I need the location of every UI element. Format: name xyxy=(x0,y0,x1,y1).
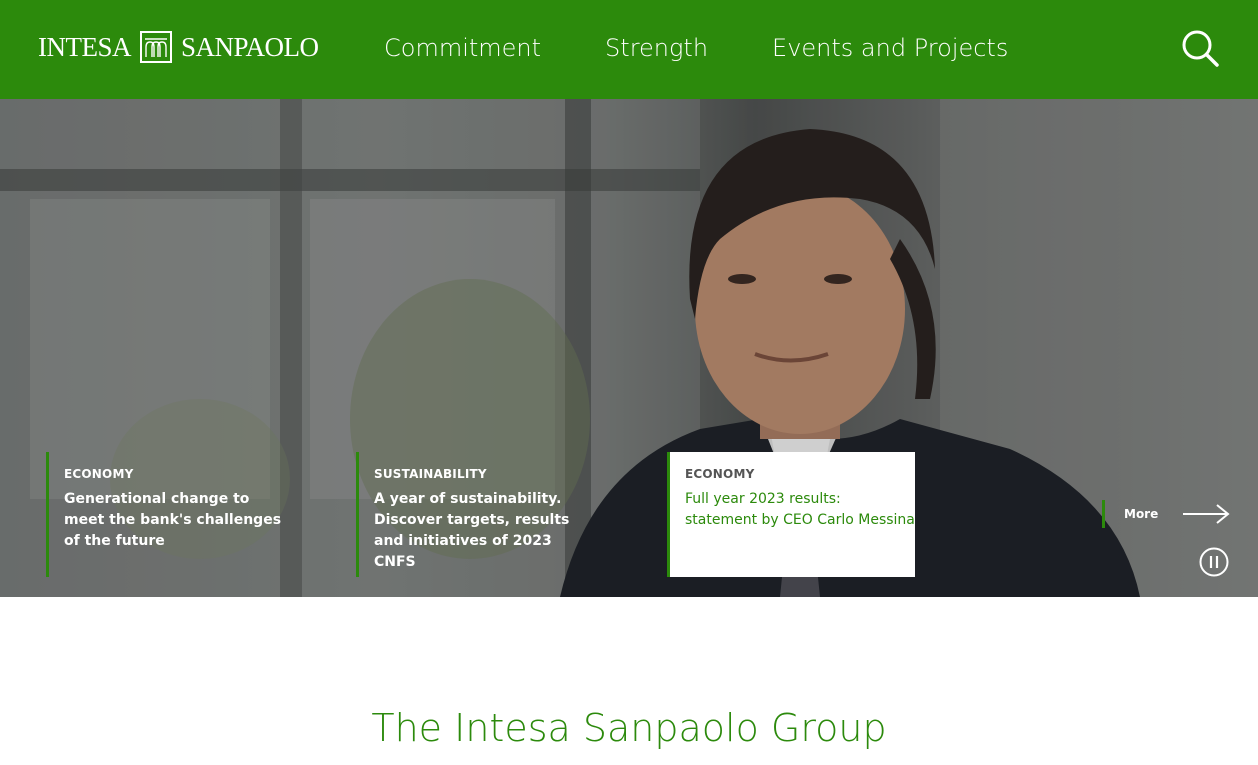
more-link[interactable]: More xyxy=(1102,500,1230,528)
slide-title: Generational change to meet the bank's c… xyxy=(64,491,282,549)
brand-logo[interactable]: INTESA SANPAOLO xyxy=(38,30,319,64)
arrow-right-icon xyxy=(1183,504,1230,524)
hero-carousel: ECONOMY Generational change to meet the … xyxy=(0,99,1258,597)
slide-card-3-active[interactable]: ECONOMY Full year 2023 results: statemen… xyxy=(667,452,915,577)
slide-category: SUSTAINABILITY xyxy=(374,467,487,481)
search-icon[interactable] xyxy=(1180,28,1220,68)
logo-text-right: SANPAOLO xyxy=(181,31,319,62)
main-nav: Commitment Strength Events and Projects xyxy=(384,32,1008,64)
slide-title: A year of sustainability. Discover targe… xyxy=(374,491,570,570)
site-header: INTESA SANPAOLO Commitment Strength Even… xyxy=(0,0,1258,99)
nav-events-and-projects[interactable]: Events and Projects xyxy=(772,32,1008,64)
slide-card-2[interactable]: SUSTAINABILITY A year of sustainability.… xyxy=(356,452,596,577)
slide-category: ECONOMY xyxy=(685,467,755,481)
logo-arches-icon xyxy=(140,31,172,63)
nav-commitment[interactable]: Commitment xyxy=(384,32,541,64)
more-label: More xyxy=(1124,507,1159,521)
pause-icon[interactable] xyxy=(1199,547,1229,577)
section-title: The Intesa Sanpaolo Group xyxy=(371,706,887,750)
logo-text-left: INTESA xyxy=(38,31,132,62)
nav-strength[interactable]: Strength xyxy=(605,32,708,64)
slide-card-1[interactable]: ECONOMY Generational change to meet the … xyxy=(46,452,286,577)
slide-title: Full year 2023 results: statement by CEO… xyxy=(685,491,915,528)
slide-category: ECONOMY xyxy=(64,467,134,481)
